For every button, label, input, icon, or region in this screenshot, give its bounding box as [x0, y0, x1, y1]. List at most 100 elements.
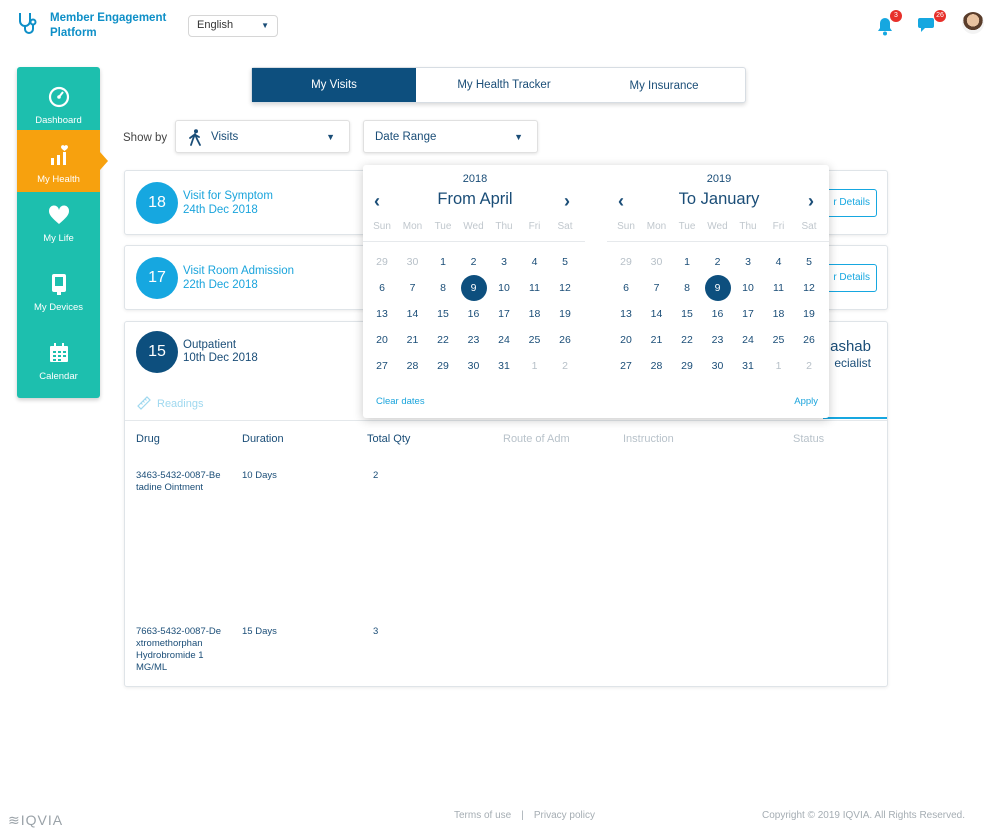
calendar-day[interactable]: 24 — [491, 327, 517, 353]
calendar-day[interactable]: 28 — [644, 353, 670, 379]
calendar-day[interactable]: 30 — [400, 249, 426, 275]
calendar-day[interactable]: 9 — [704, 275, 731, 301]
calendar-day[interactable]: 1 — [674, 249, 700, 275]
privacy-link[interactable]: Privacy policy — [534, 810, 595, 821]
calendar-day[interactable]: 17 — [735, 301, 761, 327]
calendar-day[interactable]: 21 — [400, 327, 426, 353]
calendar-day[interactable]: 27 — [369, 353, 395, 379]
tab-my-insurance[interactable]: My Insurance — [588, 69, 740, 103]
sidebar-item-my-life[interactable]: My Life — [17, 189, 100, 251]
calendar-day[interactable]: 22 — [430, 327, 456, 353]
calendar-day[interactable]: 11 — [522, 275, 548, 301]
language-select[interactable]: English ▼ — [188, 15, 278, 37]
calendar-day[interactable]: 9 — [460, 275, 487, 301]
calendar-day[interactable]: 3 — [735, 249, 761, 275]
calendar-day[interactable]: 15 — [430, 301, 456, 327]
visit-date: 24th Dec 2018 — [183, 204, 258, 216]
calendar-day[interactable]: 1 — [766, 353, 792, 379]
calendar-day[interactable]: 27 — [613, 353, 639, 379]
readings-tab[interactable]: Readings — [137, 396, 203, 410]
sidebar-item-label: My Life — [43, 233, 74, 244]
calendar-day[interactable]: 24 — [735, 327, 761, 353]
date-range-dropdown[interactable]: Date Range ▼ — [363, 120, 538, 153]
sidebar-item-calendar[interactable]: Calendar — [17, 327, 100, 389]
sidebar-item-my-health[interactable]: My Health — [17, 130, 108, 192]
calendar-day[interactable]: 8 — [674, 275, 700, 301]
sidebar-item-my-devices[interactable]: My Devices — [17, 258, 100, 320]
calendar-day[interactable]: 7 — [400, 275, 426, 301]
calendar-day[interactable]: 25 — [522, 327, 548, 353]
calendar-day[interactable]: 16 — [461, 301, 487, 327]
calendar-day[interactable]: 5 — [552, 249, 578, 275]
calendar-day[interactable]: 30 — [705, 353, 731, 379]
calendar-day[interactable]: 12 — [552, 275, 578, 301]
calendar-day[interactable]: 2 — [796, 353, 822, 379]
calendar-day[interactable]: 2 — [461, 249, 487, 275]
calendar-day[interactable]: 17 — [491, 301, 517, 327]
calendar-day[interactable]: 29 — [613, 249, 639, 275]
tab-my-health-tracker[interactable]: My Health Tracker — [422, 68, 586, 102]
calendar-day[interactable]: 23 — [461, 327, 487, 353]
calendar-day[interactable]: 30 — [461, 353, 487, 379]
calendar-day[interactable]: 16 — [705, 301, 731, 327]
copyright-text: Copyright © 2019 IQVIA. All Rights Reser… — [762, 810, 966, 821]
calendar-day[interactable]: 4 — [522, 249, 548, 275]
calendar-day[interactable]: 6 — [613, 275, 639, 301]
calendar-day[interactable]: 14 — [644, 301, 670, 327]
tab-my-visits[interactable]: My Visits — [252, 68, 416, 102]
calendar-day[interactable]: 25 — [766, 327, 792, 353]
device-icon — [52, 274, 66, 295]
calendar-day[interactable]: 1 — [430, 249, 456, 275]
calendar-day[interactable]: 20 — [613, 327, 639, 353]
calendar-day[interactable]: 13 — [369, 301, 395, 327]
calendar-day[interactable]: 18 — [766, 301, 792, 327]
calendar-day[interactable]: 18 — [522, 301, 548, 327]
calendar-day[interactable]: 10 — [735, 275, 761, 301]
weekday-label: Thu — [495, 221, 513, 232]
messages-button[interactable]: 26 — [918, 10, 946, 39]
calendar-day[interactable]: 10 — [491, 275, 517, 301]
calendar-day[interactable]: 3 — [491, 249, 517, 275]
calendar-day[interactable]: 21 — [644, 327, 670, 353]
apply-button[interactable]: Apply — [794, 396, 818, 407]
calendar-day[interactable]: 28 — [400, 353, 426, 379]
calendar-day[interactable]: 26 — [552, 327, 578, 353]
calendar-day[interactable]: 15 — [674, 301, 700, 327]
calendar-day[interactable]: 20 — [369, 327, 395, 353]
calendar-day[interactable]: 19 — [552, 301, 578, 327]
calendar-day[interactable]: 14 — [400, 301, 426, 327]
caret-down-icon: ▼ — [514, 132, 523, 142]
calendar-day[interactable]: 5 — [796, 249, 822, 275]
calendar-day[interactable]: 2 — [552, 353, 578, 379]
calendar-day[interactable]: 4 — [766, 249, 792, 275]
calendar-day[interactable]: 22 — [674, 327, 700, 353]
calendar-day[interactable]: 29 — [430, 353, 456, 379]
clear-dates-link[interactable]: Clear dates — [376, 396, 425, 407]
calendar-day[interactable]: 6 — [369, 275, 395, 301]
calendar-day[interactable]: 31 — [735, 353, 761, 379]
user-avatar[interactable] — [962, 12, 984, 34]
next-month-icon[interactable]: › — [808, 191, 814, 212]
calendar-day[interactable]: 29 — [369, 249, 395, 275]
calendar-day[interactable]: 31 — [491, 353, 517, 379]
calendar-day[interactable]: 7 — [644, 275, 670, 301]
calendar-day[interactable]: 30 — [644, 249, 670, 275]
column-header-instruction: Instruction — [623, 433, 674, 445]
calendar-day[interactable]: 11 — [766, 275, 792, 301]
calendar-day[interactable]: 1 — [522, 353, 548, 379]
calendar-day[interactable]: 26 — [796, 327, 822, 353]
calendar-day[interactable]: 2 — [705, 249, 731, 275]
messages-badge: 26 — [934, 10, 946, 22]
calendar-day[interactable]: 8 — [430, 275, 456, 301]
calendar-day[interactable]: 12 — [796, 275, 822, 301]
notifications-button[interactable]: 3 — [876, 10, 902, 41]
calendar-day[interactable]: 29 — [674, 353, 700, 379]
calendar-day[interactable]: 23 — [705, 327, 731, 353]
weekday-label: Mon — [646, 221, 667, 232]
next-month-icon[interactable]: › — [564, 191, 570, 212]
calendar-day[interactable]: 19 — [796, 301, 822, 327]
show-by-dropdown[interactable]: Visits ▼ — [175, 120, 350, 153]
terms-link[interactable]: Terms of use — [454, 810, 511, 821]
sidebar-item-dashboard[interactable]: Dashboard — [17, 71, 100, 133]
calendar-day[interactable]: 13 — [613, 301, 639, 327]
